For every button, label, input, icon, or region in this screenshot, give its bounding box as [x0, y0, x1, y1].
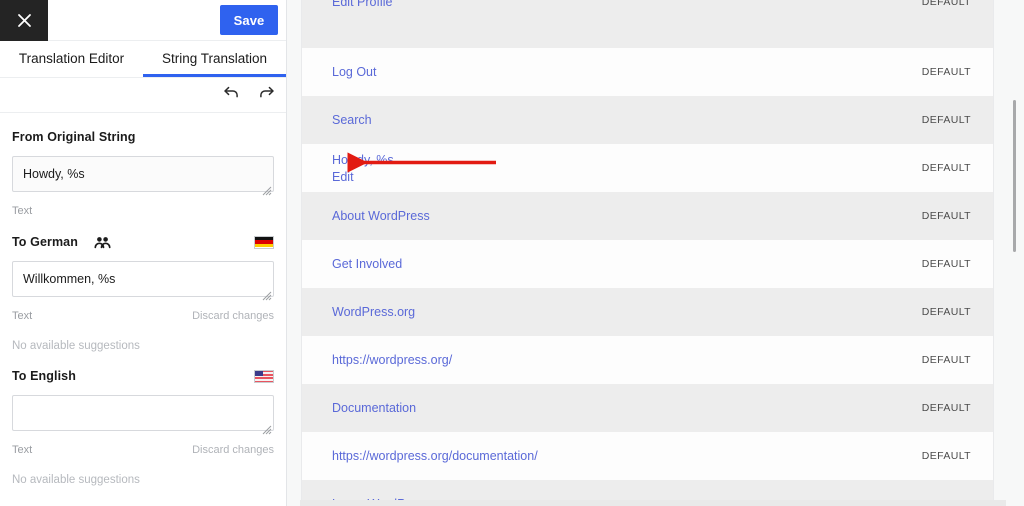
german-discard-changes-link[interactable]: Discard changes [192, 310, 274, 322]
status-badge: DEFAULT [921, 0, 971, 8]
string-text[interactable]: Search [332, 113, 372, 127]
table-row[interactable]: About WordPress DEFAULT [302, 192, 993, 240]
close-button[interactable] [0, 0, 48, 41]
string-source-label[interactable]: https://wordpress.org/documentation/ [332, 448, 538, 464]
string-source-label[interactable]: Documentation [332, 400, 416, 416]
string-source-label[interactable]: https://wordpress.org/ [332, 352, 452, 368]
table-row[interactable]: Get Involved DEFAULT [302, 240, 993, 288]
original-string-field-wrap [12, 156, 274, 197]
us-flag-icon [254, 369, 274, 383]
section-header-original: From Original String [12, 127, 274, 147]
status-badge: DEFAULT [921, 66, 971, 78]
section-header-english: To English [12, 366, 274, 386]
redo-button[interactable] [256, 85, 277, 106]
table-row[interactable]: Log Out DEFAULT [302, 48, 993, 96]
table-row[interactable]: Howdy, %s Edit DEFAULT [302, 144, 993, 192]
table-row[interactable]: https://wordpress.org/documentation/DEFA… [302, 432, 993, 480]
undo-arrow-icon [223, 85, 240, 105]
original-type-label: Text [12, 205, 33, 217]
string-source-label[interactable]: Log Out [332, 64, 376, 80]
string-text[interactable]: https://wordpress.org/ [332, 353, 452, 367]
vertical-scrollbar[interactable] [1010, 0, 1020, 506]
string-text[interactable]: WordPress.org [332, 305, 415, 319]
string-source-label[interactable]: Get Involved [332, 256, 402, 272]
section-header-german: To German [12, 232, 274, 252]
undo-button[interactable] [221, 85, 242, 106]
string-text[interactable]: Get Involved [332, 257, 402, 271]
original-meta-row: Text [12, 204, 274, 218]
english-meta-row: Text Discard changes [12, 443, 274, 457]
section-title-english: To English [12, 369, 76, 383]
german-translation-input[interactable] [12, 261, 274, 297]
english-translation-input[interactable] [12, 395, 274, 431]
section-to-german: To German Willkommen, %s Text Discard ch… [12, 218, 274, 352]
string-source-label[interactable]: Edit Profile [332, 0, 392, 10]
string-text[interactable]: Howdy, %s [332, 152, 394, 168]
string-list-panel: Edit Profile DEFAULT Log Out DEFAULT Search D… [287, 0, 1024, 506]
german-type-label: Text [12, 310, 33, 322]
original-string-input[interactable] [12, 156, 274, 192]
status-badge: DEFAULT [921, 306, 971, 318]
german-suggestions-text: No available suggestions [12, 340, 140, 352]
tab-string-translation[interactable]: String Translation [143, 41, 286, 77]
panel-top-bar: Save [0, 0, 286, 41]
tab-translation-editor[interactable]: Translation Editor [0, 41, 143, 77]
edit-link[interactable]: Edit [332, 169, 394, 185]
panel-tabs: Translation Editor String Translation [0, 41, 286, 78]
save-button[interactable]: Save [220, 5, 278, 35]
string-text[interactable]: Log Out [332, 65, 376, 79]
users-icon[interactable] [94, 236, 111, 249]
status-badge: DEFAULT [921, 402, 971, 414]
history-toolbar [0, 78, 286, 113]
status-badge: DEFAULT [921, 114, 971, 126]
status-badge: DEFAULT [921, 162, 971, 174]
string-text[interactable]: https://wordpress.org/documentation/ [332, 449, 538, 463]
status-badge: DEFAULT [921, 354, 971, 366]
table-row[interactable]: Edit Profile DEFAULT [302, 0, 993, 48]
german-flag-icon [254, 235, 274, 249]
english-field-wrap [12, 395, 274, 436]
status-badge: DEFAULT [921, 450, 971, 462]
table-row[interactable]: Documentation DEFAULT [302, 384, 993, 432]
english-type-label: Text [12, 444, 33, 456]
german-field-wrap [12, 261, 274, 302]
string-text[interactable]: Edit Profile [332, 0, 392, 9]
redo-arrow-icon [258, 85, 275, 105]
section-title-german: To German [12, 235, 78, 249]
english-suggestions-text: No available suggestions [12, 474, 140, 486]
translation-editor-panel: Save Translation Editor String Translati… [0, 0, 287, 506]
translation-fields: From Original String Text To G [0, 113, 286, 486]
german-meta-row: Text Discard changes [12, 309, 274, 323]
string-source-label[interactable]: Search [332, 112, 372, 128]
status-badge: DEFAULT [921, 210, 971, 222]
section-to-english: To English Text Discard changes No avail… [12, 352, 274, 486]
close-icon [17, 13, 32, 28]
string-text[interactable]: About WordPress [332, 209, 430, 223]
vertical-scrollbar-thumb[interactable] [1013, 100, 1016, 252]
table-row[interactable]: https://wordpress.org/DEFAULT [302, 336, 993, 384]
string-source-label[interactable]: WordPress.org [332, 304, 415, 320]
table-row[interactable]: WordPress.org DEFAULT [302, 288, 993, 336]
string-translation-screen: Save Translation Editor String Translati… [0, 0, 1024, 506]
table-row[interactable]: Search DEFAULT [302, 96, 993, 144]
string-list: Edit Profile DEFAULT Log Out DEFAULT Search D… [301, 0, 994, 506]
english-discard-changes-link[interactable]: Discard changes [192, 444, 274, 456]
horizontal-scrollbar[interactable] [300, 500, 1006, 506]
status-badge: DEFAULT [921, 258, 971, 270]
string-source-label[interactable]: About WordPress [332, 208, 430, 224]
section-title-original: From Original String [12, 130, 136, 144]
string-text[interactable]: Documentation [332, 401, 416, 415]
section-original-string: From Original String Text [12, 113, 274, 218]
string-source-label[interactable]: Howdy, %s Edit [332, 152, 394, 185]
